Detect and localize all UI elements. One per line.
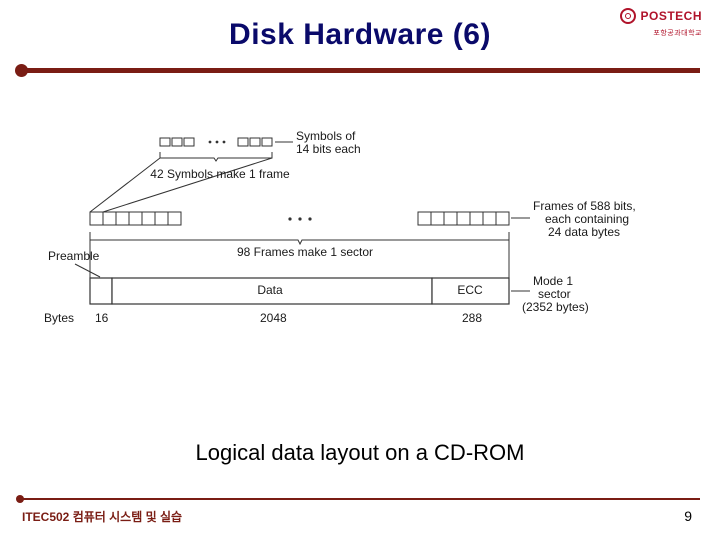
bytes-data: 2048 — [260, 312, 287, 326]
frames-per-sector: 98 Frames make 1 sector — [190, 246, 420, 260]
mode1-l3: (2352 bytes) — [522, 301, 589, 315]
crest-icon — [620, 8, 636, 24]
brand-logo: POSTECH 포항공과대학교 — [620, 8, 702, 24]
brand-text: POSTECH — [640, 9, 702, 23]
footer-page: 9 — [684, 508, 692, 524]
top-divider — [20, 68, 700, 73]
data-label: Data — [220, 284, 320, 298]
footer-course: ITEC502 컴퓨터 시스템 및 실습 — [22, 508, 182, 525]
bytes-preamble: 16 — [95, 312, 108, 326]
bytes-ecc: 288 — [462, 312, 482, 326]
cdrom-layout-diagram: Symbols of 14 bits each 42 Symbols make … — [70, 130, 655, 365]
symbols-label-l2: 14 bits each — [296, 143, 361, 157]
frames-label-l3: 24 data bytes — [548, 226, 620, 240]
brand-subtext: 포항공과대학교 — [653, 28, 702, 38]
slide-title: Disk Hardware (6) — [0, 18, 720, 52]
symbols-per-frame: 42 Symbols make 1 frame — [130, 168, 310, 182]
preamble-label: Preamble — [48, 250, 99, 264]
ecc-label: ECC — [440, 284, 500, 298]
bottom-divider — [20, 498, 700, 500]
figure-caption: Logical data layout on a CD-ROM — [0, 440, 720, 466]
bytes-label: Bytes — [44, 312, 74, 326]
